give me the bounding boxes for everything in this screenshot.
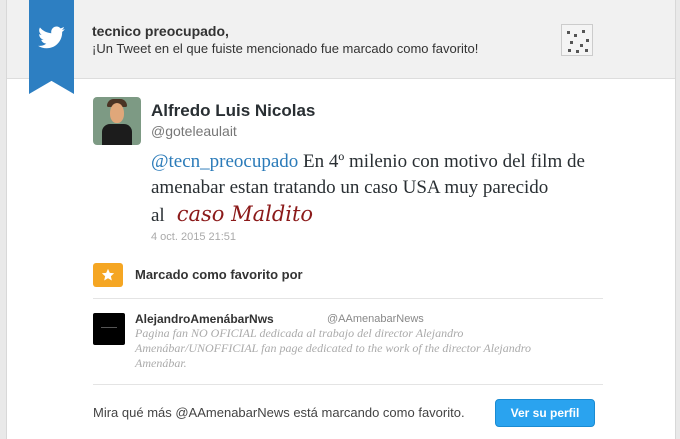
notification-title: tecnico preocupado, — [92, 23, 229, 39]
tweet-text: @tecn_preocupado En 4º milenio con motiv… — [151, 149, 611, 229]
recipient-avatar[interactable] — [561, 24, 593, 56]
favorited-by-label: Marcado como favorito por — [135, 267, 303, 282]
handwritten-annotation: caso Maldito — [176, 202, 314, 226]
notification-header: tecnico preocupado, ¡Un Tweet en el que … — [7, 0, 675, 79]
favoriting-user-name[interactable]: AlejandroAmenábarNws — [135, 312, 274, 326]
author-avatar[interactable] — [93, 97, 141, 145]
notification-subtitle: ¡Un Tweet en el que fuiste mencionado fu… — [92, 41, 479, 56]
star-icon — [101, 268, 115, 281]
author-handle[interactable]: @goteleaulait — [151, 123, 237, 139]
favoriting-user-bio: Pagina fan NO OFICIAL dedicada al trabaj… — [135, 326, 531, 370]
email-card: tecnico preocupado, ¡Un Tweet en el que … — [6, 0, 676, 439]
footer-text: Mira qué más @AAmenabarNews está marcand… — [93, 405, 465, 420]
favoriting-user-handle[interactable]: @AAmenabarNews — [327, 313, 424, 325]
divider — [93, 298, 603, 299]
favoriting-user-avatar[interactable] — [93, 313, 125, 345]
divider — [93, 384, 603, 385]
twitter-ribbon — [29, 0, 74, 94]
twitter-bird-icon — [38, 26, 65, 49]
author-name[interactable]: Alfredo Luis Nicolas — [151, 101, 315, 121]
mention-link[interactable]: @tecn_preocupado — [151, 151, 298, 172]
favorite-badge — [93, 263, 123, 287]
tweet-timestamp[interactable]: 4 oct. 2015 21:51 — [151, 231, 236, 243]
view-profile-button[interactable]: Ver su perfil — [495, 399, 595, 427]
